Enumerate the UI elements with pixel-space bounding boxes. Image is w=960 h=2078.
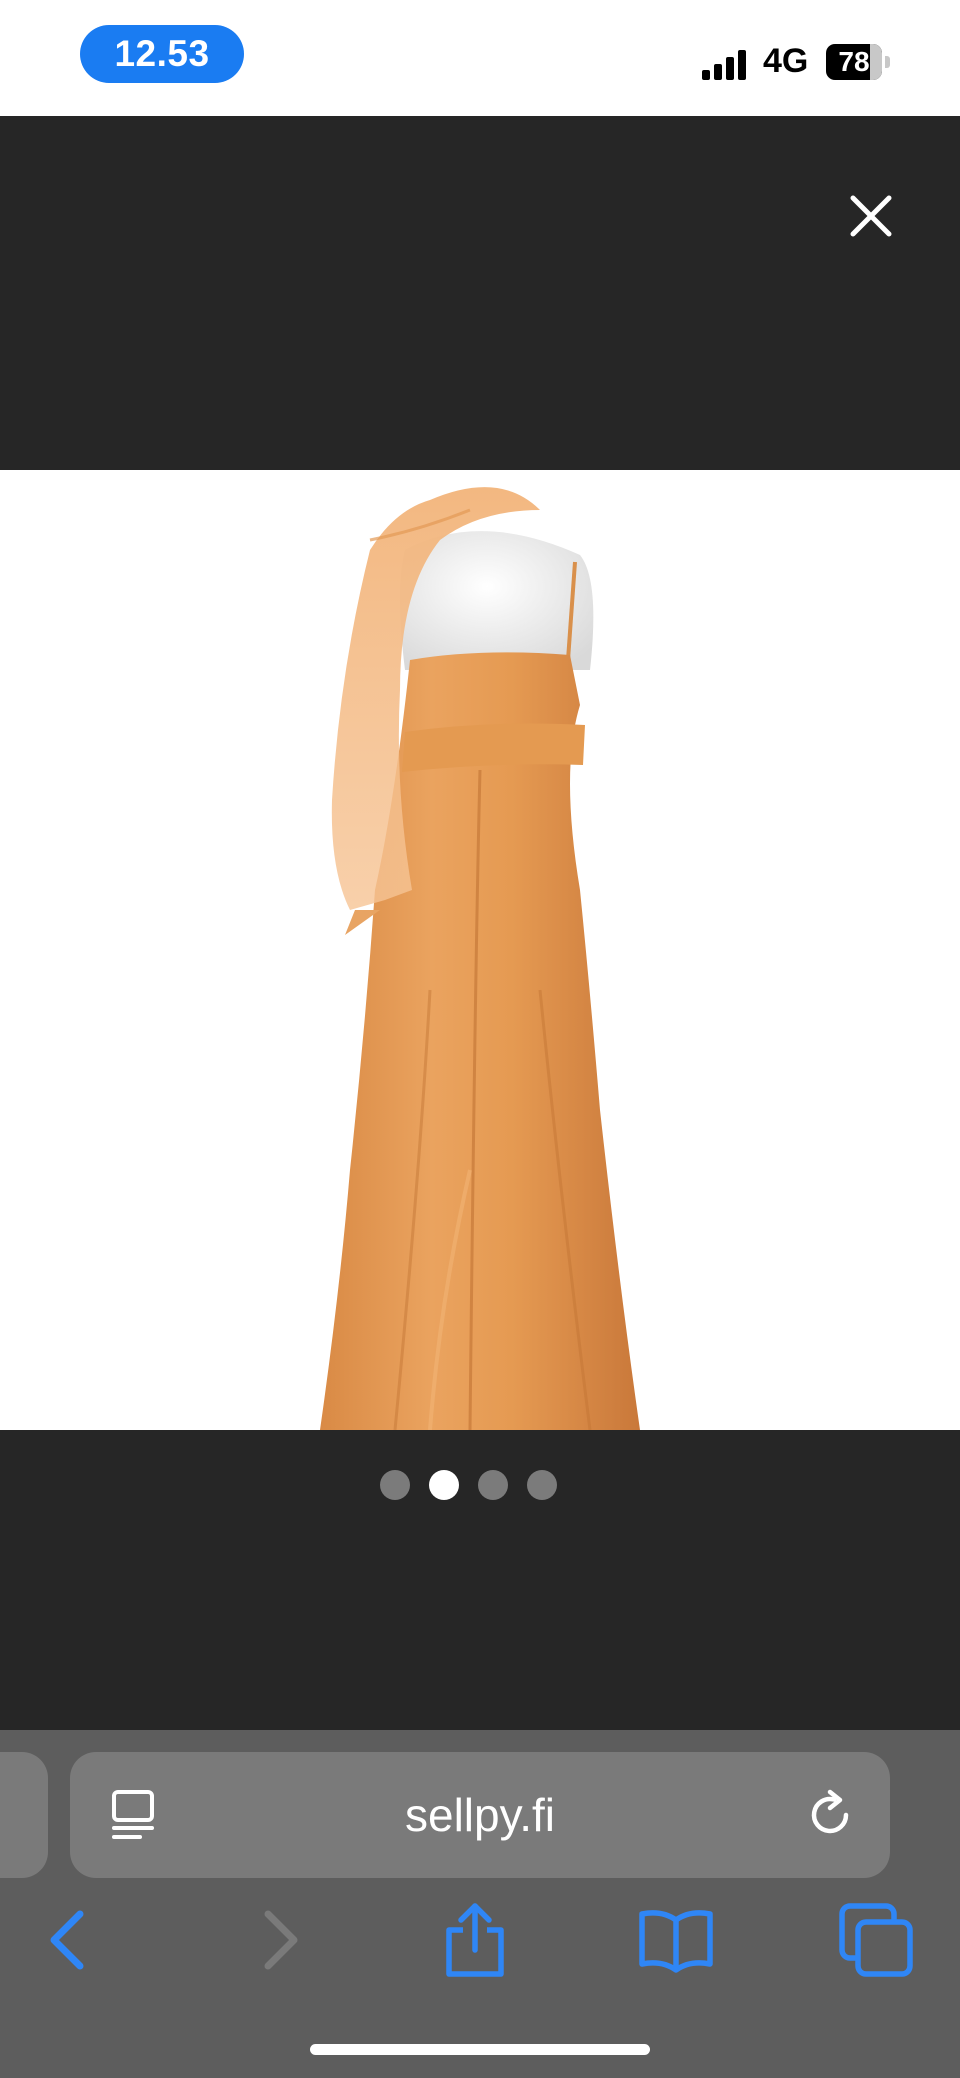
close-button[interactable]	[845, 190, 897, 242]
network-type: 4G	[763, 42, 809, 80]
status-bar: 12.53 4G 78	[0, 0, 960, 116]
forward-button[interactable]	[238, 1900, 318, 1980]
battery-percentage: 78	[838, 46, 870, 77]
status-time[interactable]: 12.53	[80, 25, 244, 83]
reload-icon[interactable]	[804, 1788, 858, 1842]
product-photo[interactable]	[0, 470, 960, 1430]
tabs-button[interactable]	[836, 1900, 916, 1980]
dress-illustration	[320, 487, 640, 1430]
back-button[interactable]	[30, 1900, 110, 1980]
pagination-dot[interactable]	[478, 1470, 508, 1500]
pagination-dot-active[interactable]	[429, 1470, 459, 1500]
previous-tab-preview[interactable]	[0, 1752, 48, 1878]
signal-strength-icon	[702, 48, 750, 80]
address-bar[interactable]: sellpy.fi	[70, 1752, 890, 1878]
battery-icon: 78	[826, 44, 890, 80]
bookmarks-button[interactable]	[636, 1900, 716, 1980]
home-indicator[interactable]	[310, 2044, 650, 2055]
share-button[interactable]	[435, 1900, 515, 1980]
url-text: sellpy.fi	[405, 1789, 555, 1841]
close-icon	[850, 195, 892, 237]
image-pagination	[380, 1470, 557, 1500]
pagination-dot[interactable]	[527, 1470, 557, 1500]
pagination-dot[interactable]	[380, 1470, 410, 1500]
